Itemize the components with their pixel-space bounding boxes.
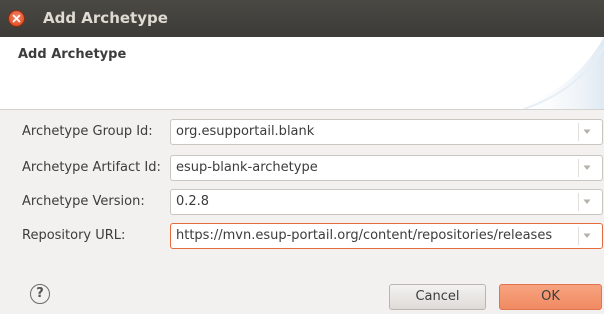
group-id-label: Archetype Group Id: bbox=[22, 124, 153, 139]
close-button[interactable] bbox=[8, 10, 25, 27]
artifact-id-row: Archetype Artifact Id: esup-blank-archet… bbox=[0, 155, 604, 181]
chevron-down-icon[interactable] bbox=[583, 165, 591, 171]
banner-decoration bbox=[514, 37, 604, 109]
cancel-button[interactable]: Cancel bbox=[389, 284, 486, 310]
combo-divider bbox=[578, 159, 579, 177]
repository-url-row: Repository URL: https://mvn.esup-portail… bbox=[0, 223, 604, 249]
combo-divider bbox=[578, 227, 579, 245]
artifact-id-value[interactable]: esup-blank-archetype bbox=[176, 160, 570, 175]
group-id-value[interactable]: org.esupportail.blank bbox=[176, 124, 570, 139]
banner-separator bbox=[0, 109, 604, 110]
group-id-combo[interactable]: org.esupportail.blank bbox=[170, 119, 603, 145]
artifact-id-combo[interactable]: esup-blank-archetype bbox=[170, 155, 603, 181]
chevron-down-icon[interactable] bbox=[583, 199, 591, 205]
page-title: Add Archetype bbox=[18, 47, 127, 62]
version-row: Archetype Version: 0.2.8 bbox=[0, 189, 604, 215]
window-title: Add Archetype bbox=[43, 9, 168, 27]
combo-divider bbox=[578, 123, 579, 141]
version-label: Archetype Version: bbox=[22, 194, 145, 209]
add-archetype-dialog: Add Archetype Add Archetype Archetype Gr… bbox=[0, 0, 604, 314]
version-combo[interactable]: 0.2.8 bbox=[170, 189, 603, 215]
chevron-down-icon[interactable] bbox=[583, 129, 591, 135]
chevron-down-icon[interactable] bbox=[583, 233, 591, 239]
group-id-row: Archetype Group Id: org.esupportail.blan… bbox=[0, 119, 604, 145]
ok-button[interactable]: OK bbox=[499, 284, 602, 310]
title-bar[interactable]: Add Archetype bbox=[0, 0, 604, 37]
repository-url-value[interactable]: https://mvn.esup-portail.org/content/rep… bbox=[176, 228, 570, 243]
repository-url-combo[interactable]: https://mvn.esup-portail.org/content/rep… bbox=[170, 223, 603, 249]
version-value[interactable]: 0.2.8 bbox=[176, 194, 570, 209]
close-icon bbox=[12, 14, 21, 23]
repository-url-label: Repository URL: bbox=[22, 228, 126, 243]
combo-divider bbox=[578, 193, 579, 211]
help-button[interactable]: ? bbox=[30, 284, 50, 304]
help-icon: ? bbox=[36, 286, 44, 301]
header-banner: Add Archetype bbox=[0, 37, 604, 109]
artifact-id-label: Archetype Artifact Id: bbox=[22, 160, 161, 175]
